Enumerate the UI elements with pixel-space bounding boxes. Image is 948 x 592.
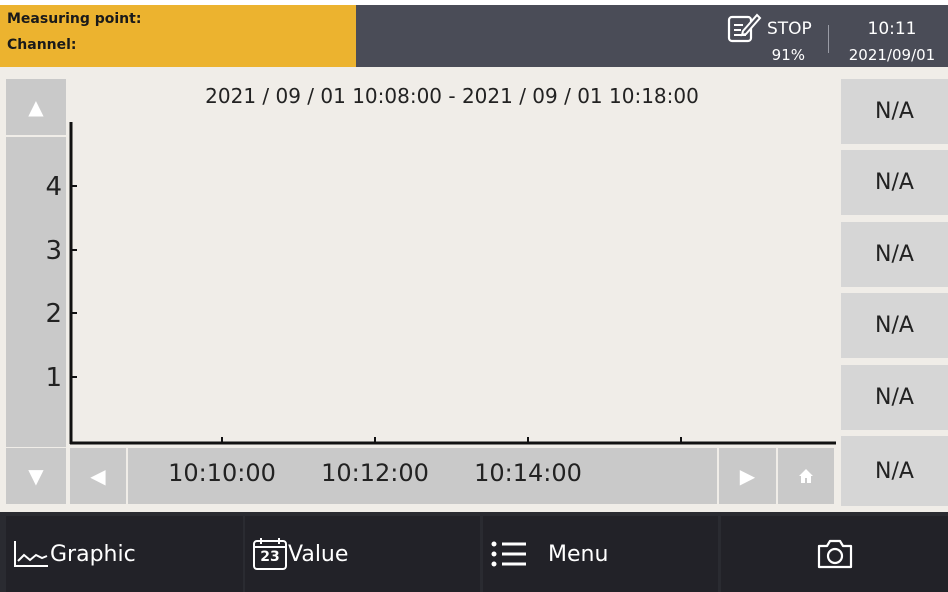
previous-page-button[interactable]: ◀ xyxy=(70,448,126,504)
x-tick-label: 10:12:00 xyxy=(321,459,429,487)
storage-percent: 91% xyxy=(771,46,805,64)
graph-line-icon xyxy=(14,541,48,567)
calendar-icon-number: 23 xyxy=(260,549,280,565)
clock-date: 2021/09/01 xyxy=(848,46,936,64)
graphic-button[interactable]: Graphic xyxy=(6,516,243,592)
channel-value-4[interactable]: N/A xyxy=(841,293,948,358)
menu-list-icon xyxy=(491,541,526,567)
value-label: Value xyxy=(288,541,349,567)
graphic-label: Graphic xyxy=(50,541,136,567)
home-icon xyxy=(799,469,813,483)
graph-area: ▲ ▼ 4 3 2 1 2021 / 09 / 01 10:08:00 - 20… xyxy=(0,67,948,512)
next-page-button[interactable]: ▶ xyxy=(719,448,776,504)
x-tick-label: 10:10:00 xyxy=(168,459,276,487)
screenshot-button[interactable] xyxy=(721,516,948,592)
header-divider xyxy=(828,25,829,53)
header-status-bar: STOP 91% 10:11 2021/09/01 xyxy=(356,5,948,67)
channel-value-3[interactable]: N/A xyxy=(841,222,948,287)
channel-value-2[interactable]: N/A xyxy=(841,150,948,215)
record-edit-icon xyxy=(727,13,762,43)
home-button[interactable] xyxy=(778,448,834,504)
calendar-value-icon: 23 xyxy=(252,537,288,571)
channel-label: Channel: xyxy=(7,37,77,53)
camera-icon xyxy=(817,539,852,569)
menu-button[interactable]: Menu xyxy=(483,516,718,592)
x-tick-label: 10:14:00 xyxy=(474,459,582,487)
time-range-label: 2021 / 09 / 01 10:08:00 - 2021 / 09 / 01… xyxy=(205,84,699,108)
clock-time: 10:11 xyxy=(867,19,917,39)
recording-status: STOP xyxy=(767,19,812,39)
plot-axes xyxy=(69,122,836,445)
measuring-point-label: Measuring point: xyxy=(7,11,142,27)
channel-value-5[interactable]: N/A xyxy=(841,365,948,430)
channel-value-6[interactable]: N/A xyxy=(841,436,948,506)
menu-label: Menu xyxy=(548,541,609,567)
value-button[interactable]: 23 Value xyxy=(245,516,480,592)
header-info-panel: Measuring point: Channel: xyxy=(0,5,356,67)
channel-value-1[interactable]: N/A xyxy=(841,79,948,144)
